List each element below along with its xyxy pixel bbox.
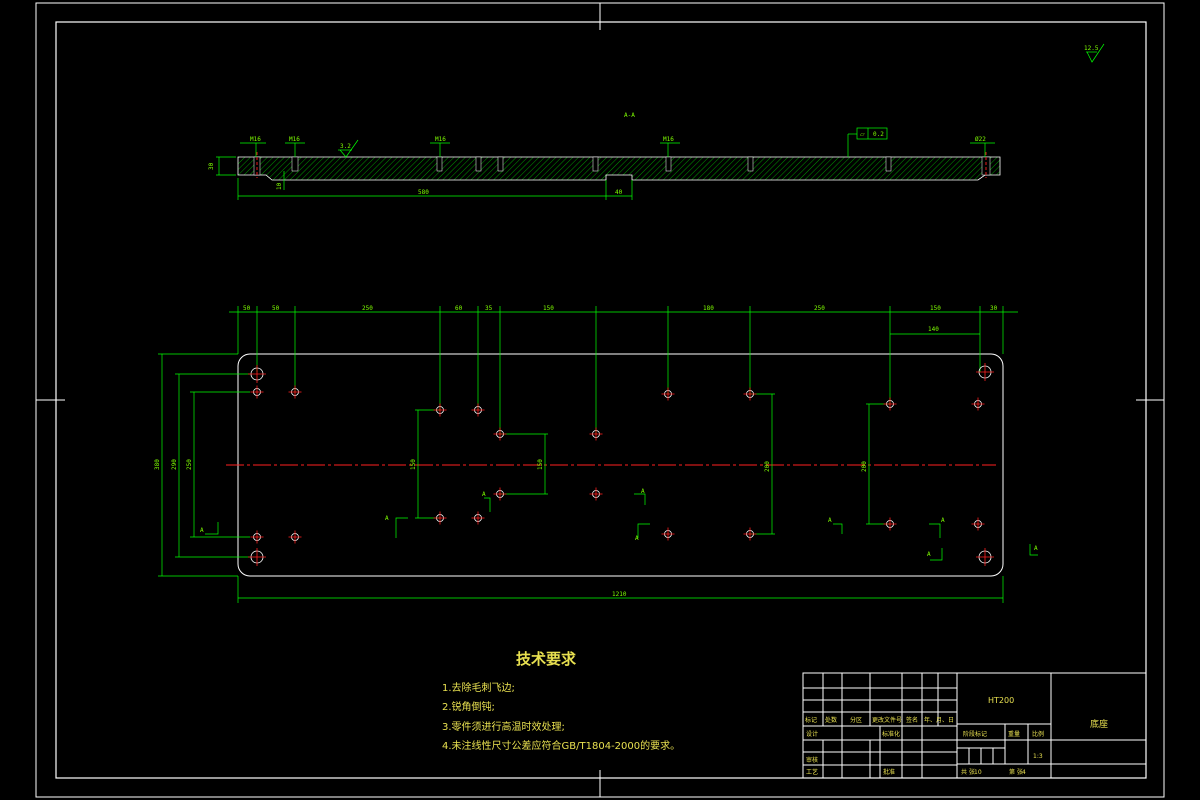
drawing-canvas: 12.5 A-A M16 M16 M16 M16 Ø22 3.2 ⏥ 0.2 3… (35, 2, 1165, 798)
section-length: 580 (418, 189, 429, 196)
tech-req-4: 4.未注线性尺寸公差应符合GB/T1804-2000的要求。 (442, 739, 680, 752)
flatness-value: 0.2 (873, 131, 884, 138)
tech-req-3: 3.零件须进行高温时效处理; (442, 720, 565, 733)
svg-text:A: A (641, 488, 645, 495)
section-markers: A A A A A A A A A (200, 488, 1038, 561)
vdim-200b: 200 (861, 461, 868, 472)
hdr-zone: 分区 (850, 716, 862, 724)
sheet-no: 第 张 (1009, 768, 1023, 776)
top-dim-2: 50 (272, 305, 280, 312)
svg-text:A: A (635, 535, 639, 542)
section-roughness: 3.2 (340, 143, 351, 150)
hole-label-2: M16 (289, 136, 300, 143)
top-dim-1: 50 (243, 305, 251, 312)
svg-text:⏥: ⏥ (860, 131, 865, 138)
svg-text:A: A (1034, 545, 1038, 552)
dia-label: Ø22 (975, 136, 986, 143)
hole-label-4: M16 (663, 136, 674, 143)
vdim-150a: 150 (410, 459, 417, 470)
top-dim-5: 35 (485, 305, 493, 312)
sheet-border (35, 2, 1165, 798)
stage-mark-label: 阶段标记 (963, 730, 987, 738)
svg-text:A: A (927, 551, 931, 558)
standardization-label: 标准化 (882, 730, 900, 738)
svg-text:A: A (941, 517, 945, 524)
top-dim-4: 60 (455, 305, 463, 312)
svg-text:A: A (385, 515, 389, 522)
sheets-total: 共 张 (961, 768, 975, 776)
scale-value: 1:3 (1033, 753, 1043, 760)
top-dim-9: 150 (930, 305, 941, 312)
title-block: 标记 处数 分区 更改文件号 签名 年、月、日 设计 标准化 审核 工艺 批准 … (802, 672, 1147, 779)
tech-requirements: 技术要求 1.去除毛刺飞边; 2.锐角倒钝; 3.零件须进行高温时效处理; 4.… (442, 650, 680, 752)
top-dim-10: 30 (990, 305, 998, 312)
hdr-change-doc: 更改文件号 (872, 716, 902, 724)
material: HT200 (988, 696, 1014, 705)
sheets-total-num: 10 (974, 769, 982, 776)
section-view: A-A M16 M16 M16 M16 Ø22 3.2 ⏥ 0.2 30 10 … (208, 112, 1001, 200)
hdr-mark: 标记 (805, 716, 817, 724)
svg-text:A: A (200, 527, 204, 534)
section-step: 40 (615, 189, 623, 196)
top-dim-6: 150 (543, 305, 554, 312)
vdim-290: 290 (171, 459, 178, 470)
roughness-symbol: 12.5 (1084, 43, 1105, 63)
hdr-count: 处数 (825, 716, 837, 724)
section-depth: 10 (276, 182, 283, 190)
tech-req-title: 技术要求 (516, 650, 577, 668)
hole-label-1: M16 (250, 136, 261, 143)
vdim-250: 250 (186, 459, 193, 470)
part-name: 底座 (1090, 718, 1108, 730)
approval-label: 批准 (883, 768, 895, 776)
roughness-top-label: 12.5 (1084, 45, 1099, 52)
svg-text:A: A (482, 491, 486, 498)
vdim-150b: 150 (537, 459, 544, 470)
plan-holes (248, 363, 994, 566)
dim-140: 140 (928, 326, 939, 333)
process-label: 工艺 (806, 768, 818, 776)
hdr-date: 年、月、日 (924, 716, 954, 724)
overall-length: 1210 (612, 591, 627, 598)
designer-label: 设计 (806, 730, 818, 738)
section-label: A-A (624, 112, 635, 119)
flatness-frame: ⏥ 0.2 (847, 127, 888, 157)
top-dimension-chain: 50 50 250 60 35 150 180 250 150 30 140 (229, 305, 1018, 434)
hole-label-3: M16 (435, 136, 446, 143)
hdr-sign: 签名 (906, 716, 918, 724)
reviewer-label: 审核 (806, 756, 818, 764)
sheet-no-num: 4 (1022, 769, 1026, 776)
svg-text:A: A (828, 517, 832, 524)
plan-view: 50 50 250 60 35 150 180 250 150 30 140 1… (154, 305, 1038, 603)
tech-req-2: 2.锐角倒钝; (442, 700, 495, 713)
tech-req-1: 1.去除毛刺飞边; (442, 681, 515, 694)
top-dim-8: 250 (814, 305, 825, 312)
top-dim-3: 250 (362, 305, 373, 312)
section-height: 30 (208, 162, 215, 170)
vdim-380: 380 (154, 459, 161, 470)
top-dim-7: 180 (703, 305, 714, 312)
weight-label: 重量 (1008, 730, 1020, 738)
vdim-200a: 200 (764, 461, 771, 472)
scale-label: 比例 (1032, 730, 1044, 738)
